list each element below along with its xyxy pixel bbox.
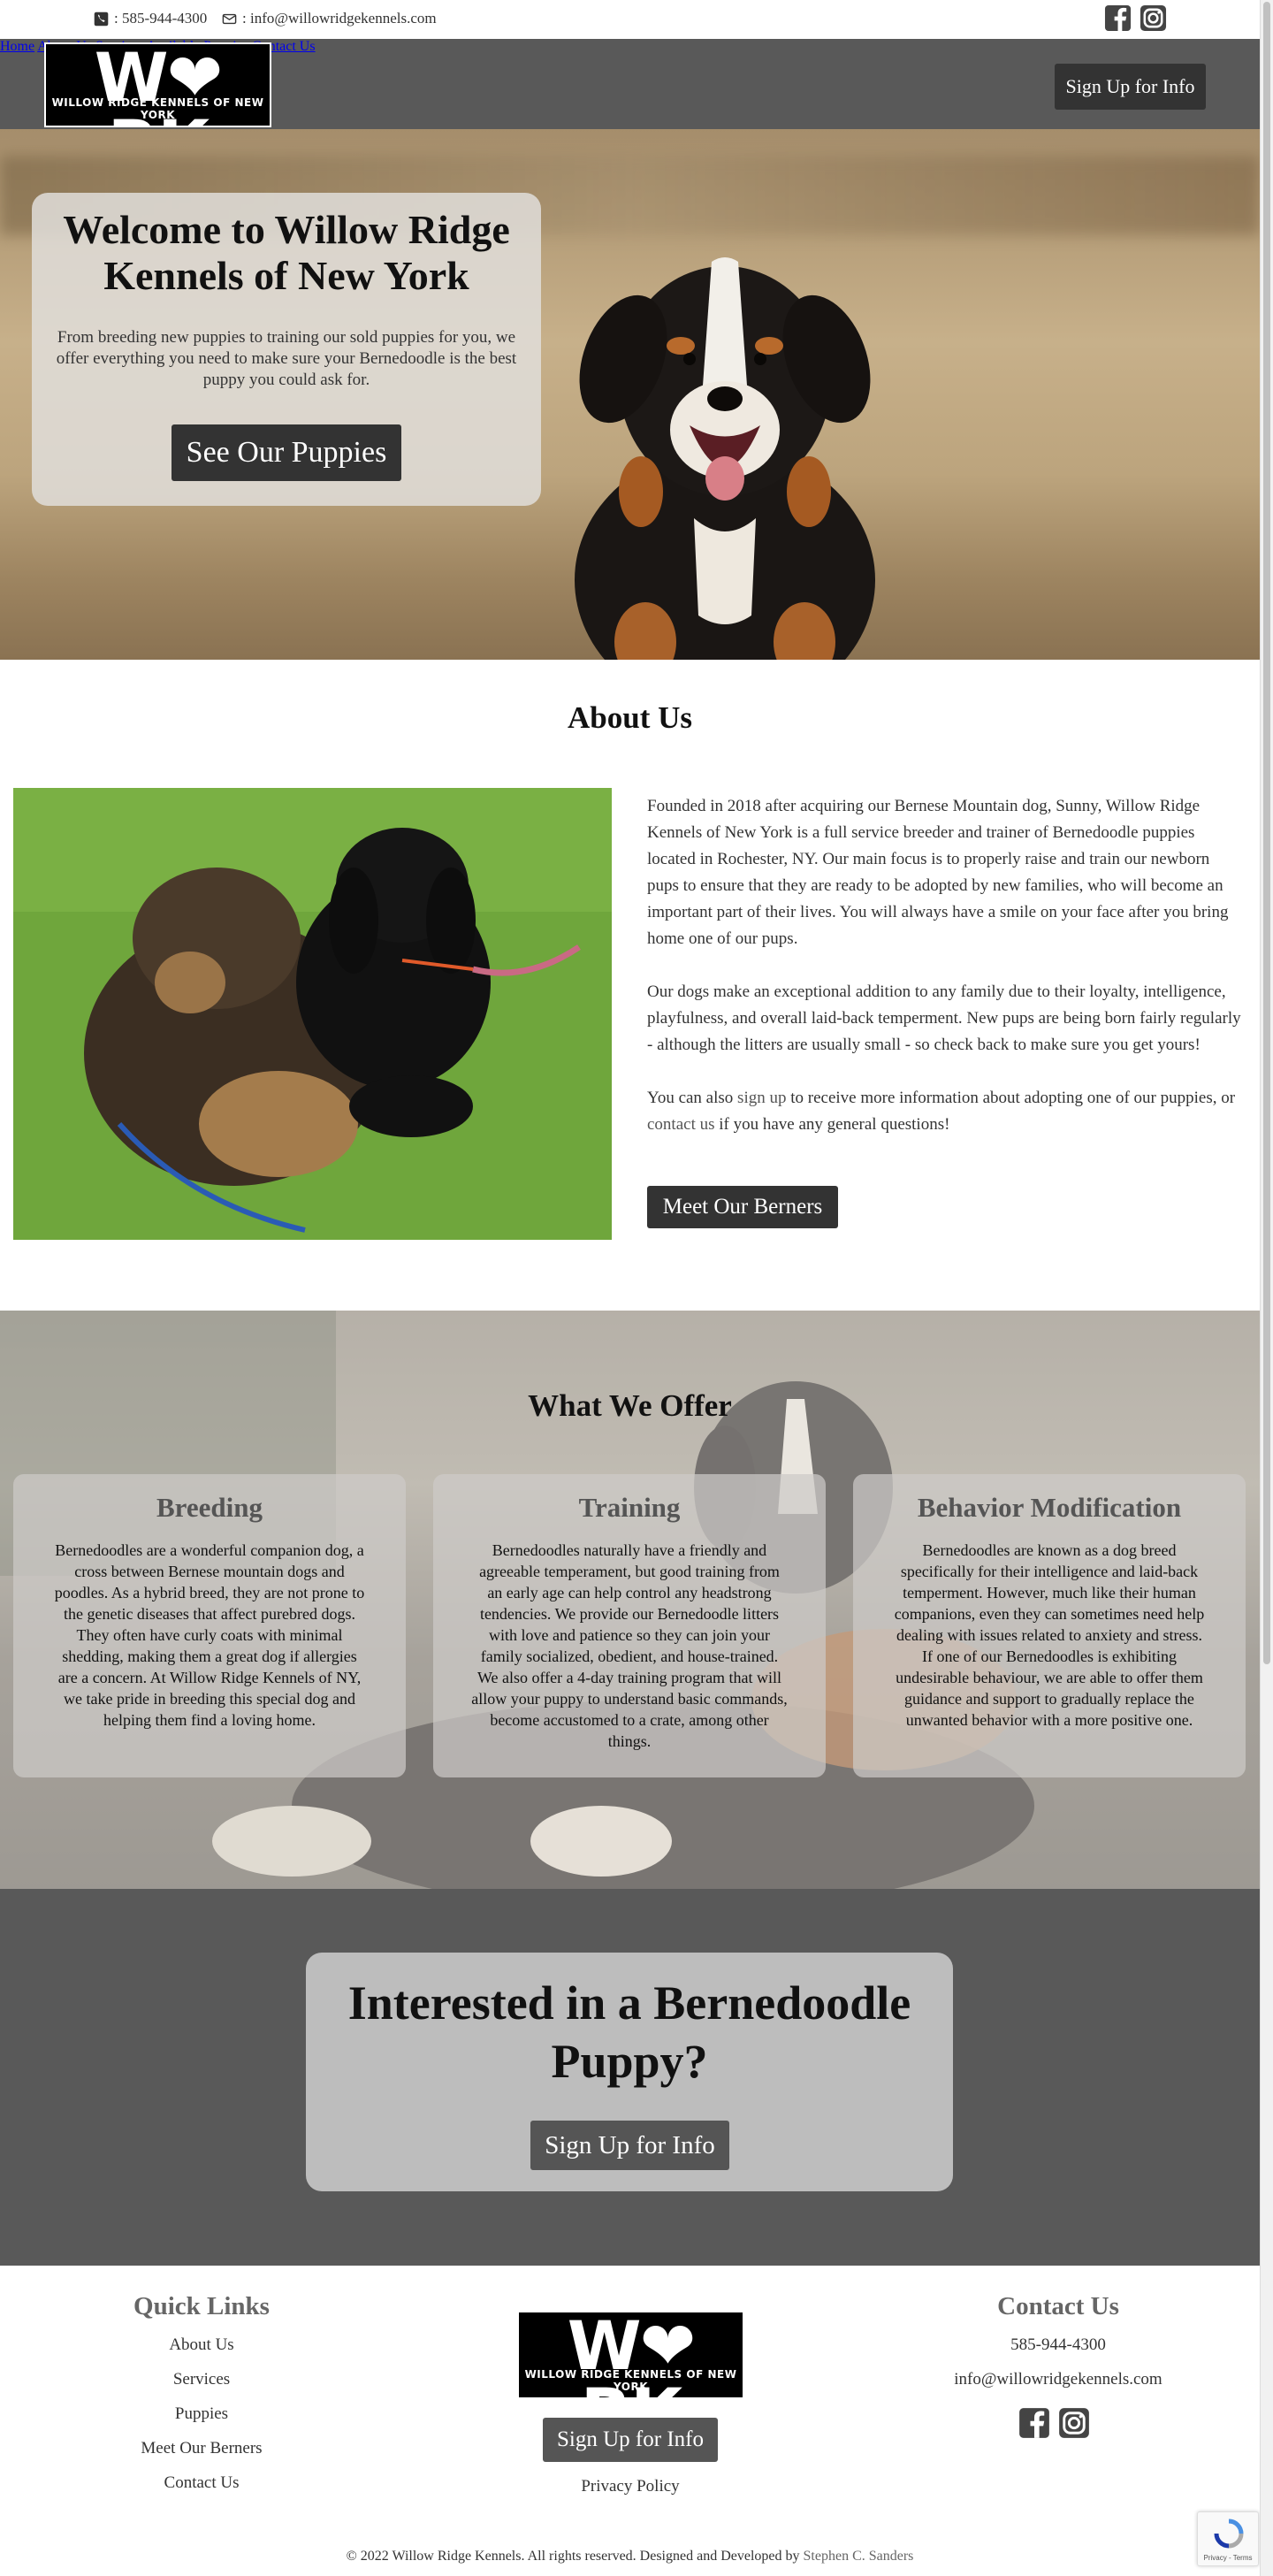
interest-section: Interested in a Bernedoodle Puppy? Sign …: [0, 1889, 1260, 2266]
copyright-text: © 2022 Willow Ridge Kennels. All rights …: [346, 2549, 804, 2564]
logo-subtitle: WILLOW RIDGE KENNELS OF NEW YORK: [524, 2368, 737, 2393]
offer-card-title: Breeding: [156, 1492, 263, 1523]
top-phone-text: : 585-944-4300: [114, 10, 208, 27]
footer-link-services[interactable]: Services: [69, 2370, 334, 2389]
footer-link-about-us[interactable]: About Us: [69, 2335, 334, 2355]
hero-welcome-card: Welcome to Willow Ridge Kennels of New Y…: [32, 193, 541, 506]
envelope-icon: [222, 13, 237, 24]
about-title: About Us: [567, 700, 692, 735]
offer-card-text: Bernedoodles naturally have a friendly a…: [471, 1541, 788, 1750]
about-contact-link[interactable]: contact us: [647, 1115, 715, 1134]
about-puppies-photo: [13, 788, 612, 1240]
logo-subtitle: WILLOW RIDGE KENNELS OF NEW YORK: [51, 96, 264, 121]
see-our-puppies-button[interactable]: See Our Puppies: [172, 424, 401, 481]
recaptcha-text: Privacy - Terms: [1203, 2554, 1253, 2562]
recaptcha-badge[interactable]: Privacy - Terms: [1197, 2511, 1259, 2566]
offer-section: What We Offer Breeding Bernedoodles are …: [0, 1311, 1260, 1889]
logo-word: W❤RK: [567, 2311, 697, 2397]
top-social-links: [1104, 4, 1167, 32]
footer-phone[interactable]: 585-944-4300: [926, 2335, 1191, 2355]
hero-title: Welcome to Willow Ridge Kennels of New Y…: [63, 207, 510, 298]
hero-section: Welcome to Willow Ridge Kennels of New Y…: [0, 129, 1260, 660]
offer-card-breeding: Breeding Bernedoodles are a wonderful co…: [13, 1474, 406, 1777]
about-signup-link[interactable]: sign up: [737, 1089, 786, 1107]
offer-card-title: Behavior Modification: [917, 1492, 1182, 1523]
footer-link-meet-our-berners[interactable]: Meet Our Berners: [69, 2439, 334, 2458]
about-paragraph-2: Our dogs make an exceptional addition to…: [647, 982, 1241, 1054]
top-phone[interactable]: : 585-944-4300: [94, 10, 207, 27]
about-p3-text-c: if you have any general questions!: [714, 1115, 950, 1134]
puppies-illustration: [13, 788, 612, 1240]
recaptcha-icon: [1214, 2519, 1244, 2549]
footer-signup-button[interactable]: Sign Up for Info: [543, 2418, 718, 2462]
interest-signup-button[interactable]: Sign Up for Info: [530, 2121, 729, 2170]
offer-title: What We Offer: [528, 1388, 732, 1423]
offer-card-training: Training Bernedoodles naturally have a f…: [433, 1474, 826, 1777]
site-header: W❤RK WILLOW RIDGE KENNELS OF NEW YORK Ho…: [0, 39, 1260, 129]
offer-card-behavior-modification: Behavior Modification Bernedoodles are k…: [853, 1474, 1246, 1777]
footer-link-puppies[interactable]: Puppies: [69, 2404, 334, 2424]
contact-us-title: Contact Us: [997, 2292, 1119, 2320]
offer-card-text: Bernedoodles are a wonderful companion d…: [54, 1541, 365, 1729]
meet-our-berners-button[interactable]: Meet Our Berners: [647, 1186, 838, 1228]
about-paragraph-1: Founded in 2018 after acquiring our Bern…: [647, 797, 1229, 948]
facebook-icon[interactable]: [1018, 2407, 1050, 2439]
scrollbar-thumb[interactable]: [1263, 2, 1270, 1664]
header-signup-button[interactable]: Sign Up for Info: [1055, 64, 1206, 110]
instagram-icon[interactable]: [1140, 4, 1167, 32]
footer-link-contact-us[interactable]: Contact Us: [69, 2473, 334, 2493]
nav-home[interactable]: Home: [0, 39, 34, 54]
privacy-policy-link[interactable]: Privacy Policy: [498, 2477, 763, 2496]
offer-card-title: Training: [578, 1492, 681, 1523]
footer-social-links: [1018, 2407, 1090, 2439]
site-logo[interactable]: W❤RK WILLOW RIDGE KENNELS OF NEW YORK: [44, 42, 271, 127]
interest-card: Interested in a Bernedoodle Puppy? Sign …: [306, 1953, 953, 2191]
phone-icon: [94, 11, 109, 26]
developer-link[interactable]: Stephen C. Sanders: [804, 2549, 914, 2564]
about-p3-text-b: to receive more information about adopti…: [786, 1089, 1236, 1107]
facebook-icon[interactable]: [1104, 4, 1132, 32]
top-email[interactable]: : info@willowridgekennels.com: [222, 10, 437, 27]
hero-description: From breeding new puppies to training ou…: [56, 328, 517, 389]
page-scrollbar[interactable]: [1260, 0, 1273, 2576]
copyright-notice: © 2022 Willow Ridge Kennels. All rights …: [0, 2549, 1260, 2565]
interest-title: Interested in a Bernedoodle Puppy?: [347, 1976, 911, 2088]
instagram-icon[interactable]: [1058, 2407, 1090, 2439]
top-contact-bar: : 585-944-4300 : info@willowridgekennels…: [0, 0, 1260, 39]
about-paragraph-3: You can also sign up to receive more inf…: [647, 1085, 1244, 1138]
footer-logo[interactable]: W❤RK WILLOW RIDGE KENNELS OF NEW YORK: [517, 2311, 744, 2399]
about-text: Founded in 2018 after acquiring our Bern…: [647, 793, 1244, 1165]
hero-dog-image: [575, 257, 875, 660]
offer-card-text: Bernedoodles are known as a dog breed sp…: [894, 1541, 1205, 1729]
quick-links-title: Quick Links: [133, 2292, 270, 2320]
top-email-text: : info@willowridgekennels.com: [242, 10, 437, 27]
about-p3-text-a: You can also: [647, 1089, 738, 1107]
footer-email[interactable]: info@willowridgekennels.com: [926, 2370, 1191, 2389]
